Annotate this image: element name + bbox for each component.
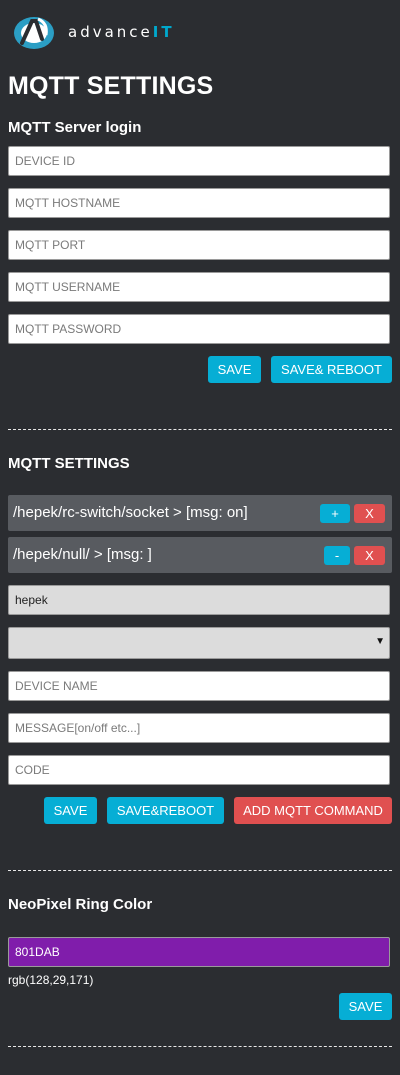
device-id-input[interactable] (8, 146, 390, 176)
mqtt-hostname-input[interactable] (8, 188, 390, 218)
command-row: /hepek/null/ > [msg: ] - X (8, 537, 392, 573)
section-divider (8, 870, 392, 871)
device-name-input[interactable] (8, 671, 390, 701)
command-row: /hepek/rc-switch/socket > [msg: on] + X (8, 495, 392, 531)
brand-logo: advanceIT (12, 12, 175, 52)
commands-save-reboot-button[interactable]: SAVE&REBOOT (107, 797, 224, 824)
brand-name-main: advance (68, 23, 153, 41)
message-input[interactable] (8, 713, 390, 743)
delete-command-button[interactable]: X (354, 504, 385, 523)
neopixel-heading: NeoPixel Ring Color (8, 896, 153, 913)
brand-name-accent: IT (152, 23, 175, 41)
expand-command-button[interactable]: + (320, 504, 350, 523)
server-save-button[interactable]: SAVE (208, 356, 261, 383)
code-input[interactable] (8, 755, 390, 785)
section-divider (8, 429, 392, 430)
mqtt-username-input[interactable] (8, 272, 390, 302)
collapse-command-button[interactable]: - (324, 546, 350, 565)
server-save-reboot-button[interactable]: SAVE& REBOOT (271, 356, 392, 383)
server-login-heading: MQTT Server login (8, 119, 142, 136)
mqtt-commands-heading: MQTT SETTINGS (8, 455, 130, 472)
mqtt-password-input[interactable] (8, 314, 390, 344)
dropdown-arrow-icon: ▼ (375, 636, 385, 647)
advanceit-logo-icon (14, 17, 54, 49)
delete-command-button[interactable]: X (354, 546, 385, 565)
command-select[interactable]: ▼ (8, 627, 390, 659)
section-divider (8, 1046, 392, 1047)
topic-field[interactable]: hepek (8, 585, 390, 615)
mqtt-port-input[interactable] (8, 230, 390, 260)
page-title: MQTT SETTINGS (8, 72, 214, 100)
command-row-text: /hepek/rc-switch/socket > [msg: on] (13, 504, 248, 521)
brand-name: advanceIT (68, 23, 175, 41)
ring-color-rgb: rgb(128,29,171) (8, 973, 94, 987)
neopixel-save-button[interactable]: SAVE (339, 993, 392, 1020)
command-row-text: /hepek/null/ > [msg: ] (13, 546, 152, 563)
ring-color-input[interactable]: 801DAB (8, 937, 390, 967)
commands-save-button[interactable]: SAVE (44, 797, 97, 824)
add-mqtt-command-button[interactable]: ADD MQTT COMMAND (234, 797, 392, 824)
